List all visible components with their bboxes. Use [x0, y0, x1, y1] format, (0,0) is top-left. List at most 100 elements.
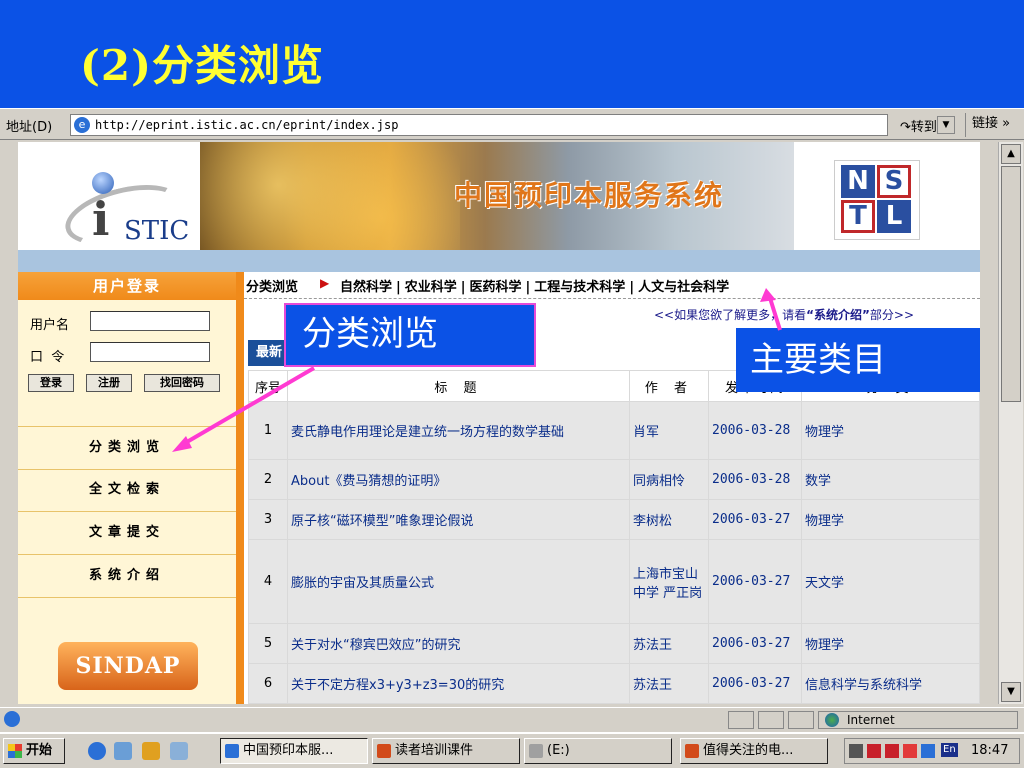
language-indicator[interactable]: En	[941, 743, 958, 757]
table-row: 4 膨胀的宇宙及其质量公式 上海市宝山中学 严正岗 2006-03-27 天文学	[248, 539, 980, 624]
task-powerpoint-2[interactable]: 值得关注的电...	[680, 738, 828, 764]
table-row: 5 关于对水“穆宾巴效应”的研究 苏法王 2006-03-27 物理学	[248, 623, 980, 664]
table-row: 3 原子核“磁环模型”唯象理论假说 李树松 2006-03-27 物理学	[248, 499, 980, 540]
windows-logo-icon	[8, 744, 22, 758]
recover-password-button[interactable]: 找回密码	[144, 374, 220, 392]
category-link[interactable]: 天文学	[801, 539, 980, 624]
register-button[interactable]: 注册	[86, 374, 132, 392]
status-bar: Internet	[0, 707, 1024, 732]
status-cell	[728, 711, 754, 729]
go-button[interactable]: ↷转到	[900, 116, 937, 135]
ie-page-icon: e	[74, 117, 90, 133]
table-row: 1 麦氏静电作用理论是建立统一场方程的数学基础 肖军 2006-03-28 物理…	[248, 401, 980, 460]
article-title-link[interactable]: 关于不定方程x3+y3+z3=30的研究	[287, 663, 630, 704]
category-link[interactable]: 工程与技术科学	[532, 280, 627, 295]
table-row: 6 关于不定方程x3+y3+z3=30的研究 苏法王 2006-03-27 信息…	[248, 663, 980, 704]
row-number: 3	[248, 499, 288, 540]
antivirus-icon[interactable]	[867, 744, 881, 758]
category-link[interactable]: 数学	[801, 459, 980, 500]
category-link[interactable]: 人文与社会科学	[636, 280, 731, 295]
task-label: 值得关注的电...	[703, 743, 794, 758]
start-button[interactable]: 开始	[3, 738, 65, 764]
desktop-quicklaunch-icon[interactable]	[142, 742, 160, 760]
links-button[interactable]: 链接 »	[965, 113, 1010, 137]
article-title-link[interactable]: 麦氏静电作用理论是建立统一场方程的数学基础	[287, 401, 630, 460]
author-link[interactable]: 李树松	[629, 499, 709, 540]
scroll-down-button[interactable]: ▼	[1001, 682, 1021, 702]
password-input[interactable]	[90, 342, 210, 362]
nstl-letter: T	[841, 200, 875, 233]
scroll-thumb[interactable]	[1001, 166, 1021, 402]
task-label: 中国预印本服...	[243, 743, 334, 758]
hint-text: <<如果您欲了解更多，请看	[654, 308, 807, 322]
drive-task-icon	[529, 744, 543, 758]
start-label: 开始	[26, 743, 53, 758]
system-intro-link[interactable]: “系统介绍”	[806, 308, 870, 322]
publish-date: 2006-03-27	[708, 499, 802, 540]
security-zone: Internet	[818, 711, 1018, 729]
tray-app-icon[interactable]	[885, 744, 899, 758]
tray-app-icon[interactable]	[921, 744, 935, 758]
istic-logo[interactable]: i STIC	[54, 162, 204, 256]
author-link[interactable]: 苏法王	[629, 623, 709, 664]
ime-icon[interactable]	[903, 744, 917, 758]
site-banner: i STIC 中国预印本服务系统 N S T L	[18, 142, 980, 256]
category-bar-label: 分类浏览	[246, 280, 299, 295]
article-title-link[interactable]: About《费马猜想的证明》	[287, 459, 630, 500]
globe-icon	[825, 713, 839, 727]
category-link[interactable]: 医药科学	[468, 280, 524, 295]
login-header: 用户登录	[18, 272, 236, 300]
col-header: 作 者	[629, 370, 709, 402]
task-browser[interactable]: 中国预印本服...	[220, 738, 368, 764]
article-title-link[interactable]: 关于对水“穆宾巴效应”的研究	[287, 623, 630, 664]
category-link[interactable]: 自然科学	[338, 280, 394, 295]
article-title-link[interactable]: 原子核“磁环模型”唯象理论假说	[287, 499, 630, 540]
publish-date: 2006-03-28	[708, 401, 802, 460]
menu-browse-category[interactable]: 分类浏览	[18, 426, 236, 470]
menu-submit-article[interactable]: 文章提交	[18, 512, 236, 555]
ppt-task-icon	[377, 744, 391, 758]
address-input[interactable]: e http://eprint.istic.ac.cn/eprint/index…	[70, 114, 955, 136]
vertical-scrollbar[interactable]: ▲ ▼	[998, 142, 1023, 704]
task-powerpoint[interactable]: 读者培训课件	[372, 738, 520, 764]
login-button[interactable]: 登录	[28, 374, 74, 392]
col-header: 标 题	[287, 370, 630, 402]
username-input[interactable]	[90, 311, 210, 331]
author-link[interactable]: 苏法王	[629, 663, 709, 704]
publish-date: 2006-03-28	[708, 459, 802, 500]
clock[interactable]: 18:47	[971, 739, 1008, 763]
row-number: 4	[248, 539, 288, 624]
author-link[interactable]: 肖军	[629, 401, 709, 460]
outlook-quicklaunch-icon[interactable]	[114, 742, 132, 760]
site-title: 中国预印本服务系统	[454, 179, 725, 212]
sindap-logo[interactable]: SINDAP	[58, 642, 198, 690]
address-dropdown-button[interactable]: ▼	[937, 116, 955, 134]
menu-fulltext-search[interactable]: 全文检索	[18, 469, 236, 512]
article-title-link[interactable]: 膨胀的宇宙及其质量公式	[287, 539, 630, 624]
menu-system-intro[interactable]: 系统介绍	[18, 555, 236, 598]
author-link[interactable]: 上海市宝山中学 严正岗	[629, 539, 709, 624]
address-label: 地址(D)	[6, 120, 53, 135]
nstl-logo[interactable]: N S T L	[834, 160, 920, 240]
article-table: 序号 标 题 作 者 发布时间 分 类 1 麦氏静电作用理论是建立统一场方程的数…	[248, 370, 980, 704]
category-link[interactable]: 物理学	[801, 499, 980, 540]
media-quicklaunch-icon[interactable]	[170, 742, 188, 760]
publish-date: 2006-03-27	[708, 539, 802, 624]
task-label: 读者培训课件	[395, 743, 474, 758]
col-header: 序号	[248, 370, 288, 402]
hint-text-end: 部分>>	[869, 308, 915, 322]
category-link[interactable]: 信息科学与系统科学	[801, 663, 980, 704]
taskbar: 开始 中国预印本服... 读者培训课件 (E:) 值得关注的电... En 18…	[0, 732, 1024, 768]
callout-main-categories: 主要类目	[736, 328, 980, 392]
category-link[interactable]: 农业科学	[403, 280, 459, 295]
category-link[interactable]: 物理学	[801, 401, 980, 460]
slide-title-bar: (2)分类浏览	[0, 0, 1024, 108]
network-icon[interactable]	[849, 744, 863, 758]
callout-browse-category: 分类浏览	[284, 303, 536, 367]
author-link[interactable]: 同病相怜	[629, 459, 709, 500]
ie-quicklaunch-icon[interactable]	[88, 742, 106, 760]
category-link[interactable]: 物理学	[801, 623, 980, 664]
ppt-task-icon	[685, 744, 699, 758]
scroll-up-button[interactable]: ▲	[1001, 144, 1021, 164]
task-drive[interactable]: (E:)	[524, 738, 672, 764]
